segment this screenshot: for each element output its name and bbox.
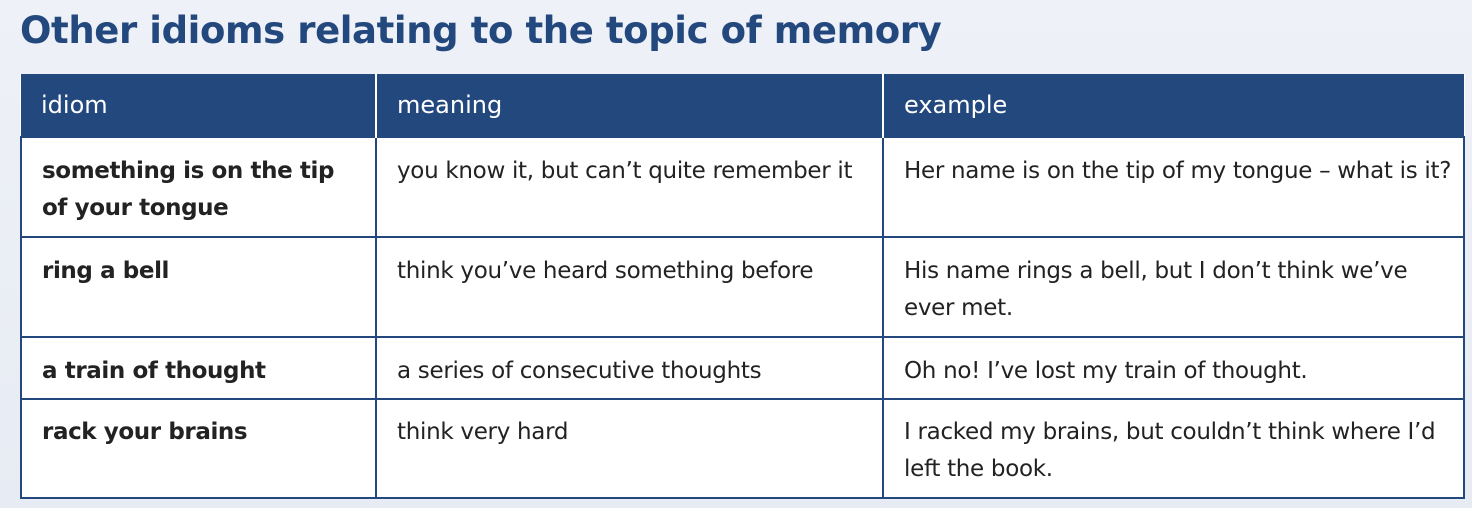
example-cell: Her name is on the tip of my tongue – wh… [882,136,1465,238]
idioms-table: idiom meaning example something is on th… [20,74,1465,499]
table-row: rack your brains think very hard I racke… [20,398,1465,499]
header-meaning: meaning [376,74,884,137]
meaning-cell: think you’ve heard something before [375,236,884,338]
example-cell: His name rings a bell, but I don’t think… [882,236,1465,338]
header-idiom: idiom [21,74,377,137]
idiom-cell: ring a bell [20,236,377,338]
idiom-cell: rack your brains [20,398,377,499]
table-row: something is on the tip of your tongue y… [20,136,1465,238]
meaning-cell: you know it, but can’t quite remember it [375,136,884,238]
header-example: example [883,74,1464,137]
page-title: Other idioms relating to the topic of me… [20,9,942,52]
table-row: a train of thought a series of consecuti… [20,336,1465,400]
table-row: ring a bell think you’ve heard something… [20,236,1465,338]
example-cell: Oh no! I’ve lost my train of thought. [882,336,1465,400]
table-header-row: idiom meaning example [21,74,1464,137]
meaning-cell: a series of consecutive thoughts [375,336,884,400]
example-cell: I racked my brains, but couldn’t think w… [882,398,1465,499]
page: Other idioms relating to the topic of me… [0,0,1472,508]
idiom-cell: something is on the tip of your tongue [20,136,377,238]
meaning-cell: think very hard [375,398,884,499]
idiom-cell: a train of thought [20,336,377,400]
